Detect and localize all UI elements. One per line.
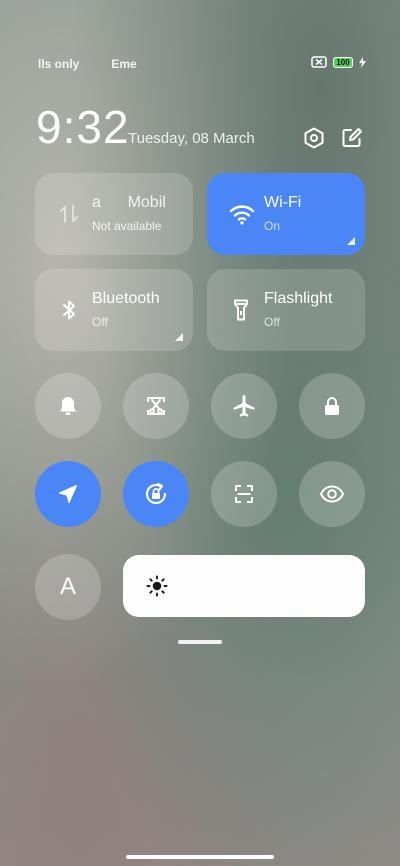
carrier-text: lls only bbox=[38, 57, 80, 71]
font-icon: A bbox=[59, 573, 76, 600]
scanner-icon bbox=[232, 482, 256, 506]
mobile-data-title: a Mobil bbox=[92, 194, 166, 211]
bluetooth-subtitle: Off bbox=[92, 315, 108, 329]
reading-mode-toggle[interactable] bbox=[299, 461, 365, 527]
flashlight-subtitle: Off bbox=[264, 315, 280, 329]
emergency-text: Eme bbox=[111, 57, 137, 71]
wifi-title: Wi-Fi bbox=[264, 194, 302, 211]
rotation-lock-icon bbox=[142, 480, 170, 508]
mobile-data-tile[interactable]: a Mobil Not available bbox=[35, 173, 193, 255]
airplane-icon bbox=[231, 393, 257, 419]
lock-icon bbox=[320, 394, 344, 418]
bluetooth-tile[interactable]: Bluetooth Off bbox=[35, 269, 193, 351]
brightness-slider[interactable] bbox=[123, 555, 365, 617]
panel-drag-handle[interactable] bbox=[178, 640, 222, 644]
sun-icon bbox=[145, 574, 169, 603]
flashlight-title: Flashlight bbox=[264, 290, 333, 307]
bluetooth-icon bbox=[57, 298, 81, 322]
scanner-toggle[interactable] bbox=[211, 461, 277, 527]
mobile-data-icon bbox=[57, 202, 81, 226]
clock-time: 9:32 bbox=[36, 101, 130, 153]
mobile-data-subtitle: Not available bbox=[92, 219, 162, 233]
battery-icon: 100 bbox=[333, 56, 353, 68]
wifi-subtitle: On bbox=[264, 219, 281, 233]
home-indicator[interactable] bbox=[126, 855, 274, 859]
bluetooth-title: Bluetooth bbox=[92, 290, 160, 307]
lock-screen-toggle[interactable] bbox=[299, 373, 365, 439]
font-size-toggle[interactable]: A bbox=[35, 554, 101, 620]
airplane-toggle[interactable] bbox=[211, 373, 277, 439]
expand-corner-icon bbox=[175, 333, 183, 341]
status-bar-right: 100 bbox=[311, 56, 366, 68]
eye-icon bbox=[319, 482, 345, 506]
charging-bolt-icon bbox=[359, 56, 366, 68]
status-bar-left: lls only Eme bbox=[38, 57, 137, 71]
expand-corner-icon bbox=[347, 237, 355, 245]
rotation-lock-toggle[interactable] bbox=[123, 461, 189, 527]
date-text: Tuesday, 08 March bbox=[128, 130, 255, 147]
location-toggle[interactable] bbox=[35, 461, 101, 527]
screenshot-toggle[interactable] bbox=[123, 373, 189, 439]
flashlight-icon bbox=[229, 298, 253, 322]
wifi-tile[interactable]: Wi-Fi On bbox=[207, 173, 365, 255]
no-sim-icon bbox=[311, 56, 327, 68]
bell-icon bbox=[56, 394, 80, 418]
flashlight-tile[interactable]: Flashlight Off bbox=[207, 269, 365, 351]
screenshot-icon bbox=[144, 394, 168, 418]
wifi-icon bbox=[229, 202, 255, 226]
settings-icon[interactable] bbox=[302, 126, 326, 150]
silent-toggle[interactable] bbox=[35, 373, 101, 439]
edit-icon[interactable] bbox=[340, 126, 364, 150]
location-icon bbox=[56, 482, 80, 506]
